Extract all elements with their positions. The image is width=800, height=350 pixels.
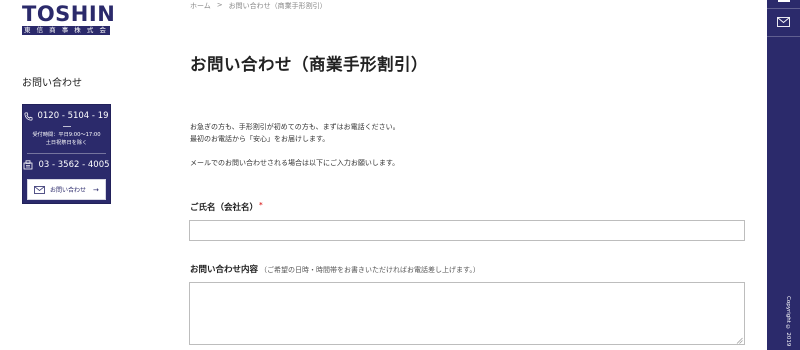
inquiry-field-label: お問い合わせ内容 （ご希望の日時・時間帯をお書きいただければお電話差し上げます。…	[190, 263, 480, 275]
page-title: お問い合わせ（商業手形割引）	[190, 55, 428, 74]
intro-line-3: メールでのお問い合わせされる場合は以下にご入力お願いします。	[190, 159, 400, 167]
breadcrumb-separator: >	[216, 1, 223, 9]
phone-number: 0120 - 5104 - 19	[37, 111, 109, 121]
rail-mail-icon[interactable]	[777, 17, 790, 27]
phone-icon	[25, 112, 33, 120]
name-input[interactable]	[189, 220, 745, 241]
resize-handle-icon[interactable]	[736, 337, 743, 344]
right-rail: Copyright © 2019	[767, 0, 800, 350]
contact-box: 0120 - 5104 - 19 受付時間：平日9:00～17:00 土日祝祭日…	[22, 104, 111, 204]
intro-text: お急ぎの方も、手形割引が初めての方も、まずはお電話ください。 最初のお電話から「…	[190, 121, 400, 169]
contact-mail-button[interactable]: お問い合わせ →	[27, 179, 106, 200]
logo-company-name: 東 信 商 事 株 式 会 社	[22, 26, 110, 35]
business-hours: 受付時間：平日9:00～17:00 土日祝祭日を除く	[23, 131, 110, 147]
fax-number: 03 - 3562 - 4005	[38, 160, 110, 170]
inquiry-textarea[interactable]	[189, 282, 745, 345]
mail-button-label: お問い合わせ	[50, 187, 87, 194]
hours-line-2: 土日祝祭日を除く	[45, 140, 88, 146]
breadcrumb: ホーム > お問い合わせ（商業手形割引）	[190, 1, 327, 11]
menu-bar-icon	[778, 0, 790, 2]
intro-line-2: 最初のお電話から「安心」をお届けします。	[190, 135, 330, 143]
arrow-right-icon: →	[93, 185, 99, 194]
breadcrumb-home[interactable]: ホーム	[190, 1, 211, 11]
rail-divider	[767, 36, 800, 37]
required-mark: *	[259, 201, 263, 209]
logo-wordmark: TOSHIN	[22, 2, 116, 26]
rail-divider	[767, 8, 800, 9]
fax-icon	[24, 160, 33, 170]
inquiry-label-text: お問い合わせ内容	[190, 265, 259, 275]
name-label-text: ご氏名（会社名）	[190, 203, 259, 213]
mail-icon	[34, 185, 45, 194]
hours-line-1: 受付時間：平日9:00～17:00	[32, 132, 101, 138]
logo[interactable]: TOSHIN 東 信 商 事 株 式 会 社	[22, 2, 116, 35]
contact-divider	[27, 153, 106, 154]
fax-row: 03 - 3562 - 4005	[23, 159, 110, 171]
hours-divider	[63, 126, 71, 127]
inquiry-label-note: （ご希望の日時・時間帯をお書きいただければお電話差し上げます。）	[260, 266, 480, 274]
intro-line-1: お急ぎの方も、手形割引が初めての方も、まずはお電話ください。	[190, 123, 400, 131]
sidebar-title: お問い合わせ	[22, 78, 82, 89]
name-field-label: ご氏名（会社名）*	[190, 201, 263, 213]
copyright: Copyright © 2019	[785, 296, 791, 347]
breadcrumb-current: お問い合わせ（商業手形割引）	[228, 2, 327, 10]
phone-link[interactable]: 0120 - 5104 - 19	[23, 110, 110, 122]
